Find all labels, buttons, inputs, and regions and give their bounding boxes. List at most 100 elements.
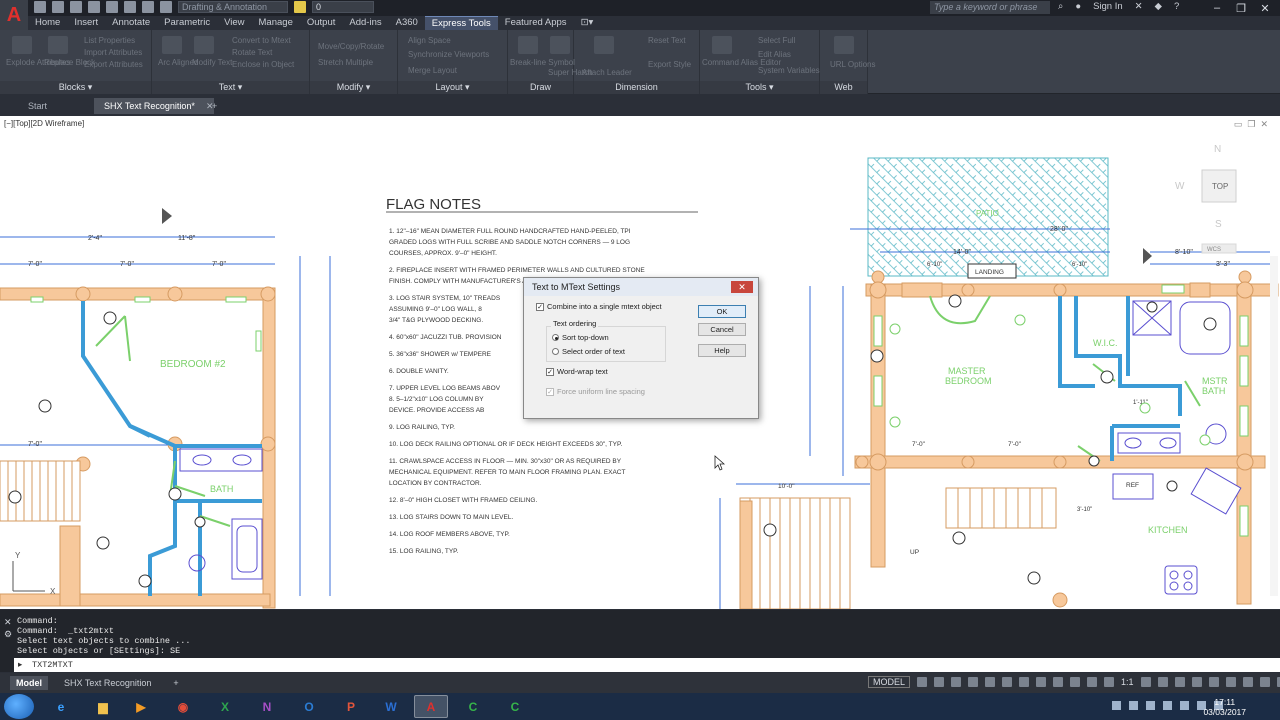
tab-view[interactable]: View	[217, 16, 251, 30]
wcs-label[interactable]: WCS	[1207, 247, 1221, 253]
import-attributes-button[interactable]: Import Attributes	[84, 48, 142, 57]
export-attributes-button[interactable]: Export Attributes	[84, 60, 143, 69]
combine-checkbox[interactable]: ✓ Combine into a single mtext object	[536, 302, 662, 311]
isolate-objects-icon[interactable]	[1225, 677, 1236, 687]
compass-w[interactable]: W	[1175, 181, 1185, 192]
network-icon[interactable]	[1129, 701, 1138, 710]
chrome-icon[interactable]: ◉	[166, 695, 200, 718]
workspace-gear-icon[interactable]	[160, 1, 172, 13]
wordwrap-checkbox[interactable]: ✓ Word-wrap text	[546, 367, 608, 376]
break-line-symbol-button[interactable]: Break-line Symbol	[510, 58, 575, 67]
language-icon[interactable]	[1112, 701, 1121, 710]
tab-featured-apps[interactable]: Featured Apps	[498, 16, 574, 30]
undo-icon[interactable]	[124, 1, 136, 13]
layer-dropdown[interactable]: 0	[312, 1, 374, 13]
lineweight-icon[interactable]	[1036, 677, 1047, 687]
panel-title-text[interactable]: Text ▾	[152, 81, 309, 94]
arc-aligned-text-icon[interactable]	[162, 36, 182, 54]
object-snap-tracking-icon[interactable]	[1002, 677, 1013, 687]
compass-s[interactable]: S	[1215, 219, 1222, 230]
modify-text-button[interactable]: Modify Text	[192, 58, 232, 67]
replace-block-icon[interactable]	[48, 36, 68, 54]
move-copy-rotate-button[interactable]: Move/Copy/Rotate	[318, 42, 384, 51]
help-button[interactable]: Help	[698, 344, 746, 357]
break-line-symbol-icon[interactable]	[518, 36, 538, 54]
workspace-gear-icon[interactable]	[1140, 677, 1151, 687]
autocad-taskbar-icon[interactable]: A	[414, 695, 448, 718]
tab-insert[interactable]: Insert	[67, 16, 105, 30]
signin-link[interactable]: Sign In	[1093, 1, 1123, 12]
cmd-close-icon[interactable]: ✕	[4, 616, 14, 628]
compass-n[interactable]: N	[1214, 144, 1221, 155]
viewcube-top[interactable]: TOP	[1212, 182, 1228, 191]
search-input[interactable]: Type a keyword or phrase	[930, 1, 1050, 14]
cart-icon[interactable]: ◆	[1155, 1, 1162, 12]
word-icon[interactable]: W	[374, 695, 408, 718]
tab-addins[interactable]: Add-ins	[342, 16, 388, 30]
quick-properties-icon[interactable]	[1191, 677, 1202, 687]
excel-icon[interactable]: X	[208, 695, 242, 718]
ribbon-options-icon[interactable]: ⊡▾	[574, 16, 601, 30]
cmd-settings-icon[interactable]: ⚙	[4, 628, 14, 640]
convert-to-mtext-button[interactable]: Convert to Mtext	[232, 36, 291, 45]
new-tab-plus-icon[interactable]: +	[212, 98, 226, 114]
selection-cycling-icon[interactable]	[1070, 677, 1081, 687]
grid-icon[interactable]	[917, 677, 928, 687]
user-icon[interactable]: ●	[1075, 1, 1081, 12]
enclose-in-object-button[interactable]: Enclose in Object	[232, 60, 294, 69]
select-order-radio[interactable]: Select order of text	[552, 347, 625, 356]
tab-manage[interactable]: Manage	[252, 16, 300, 30]
model-space-button[interactable]: MODEL	[868, 676, 911, 688]
close-button[interactable]: ✕	[1254, 0, 1276, 16]
attach-leader-button[interactable]: Attach Leader	[582, 68, 632, 77]
annotation-scale[interactable]: 1:1	[1121, 677, 1134, 687]
tab-express-tools[interactable]: Express Tools	[424, 16, 498, 30]
tab-home[interactable]: Home	[28, 16, 67, 30]
clean-screen-icon[interactable]	[1259, 677, 1270, 687]
dialog-close-button[interactable]: ✕	[731, 281, 753, 293]
redo-icon[interactable]	[142, 1, 154, 13]
rotate-text-button[interactable]: Rotate Text	[232, 48, 272, 57]
file-tab-start[interactable]: Start	[6, 98, 86, 114]
panel-title-tools[interactable]: Tools ▾	[700, 81, 819, 94]
export-style-button[interactable]: Export Style	[648, 60, 691, 69]
tab-annotate[interactable]: Annotate	[105, 16, 157, 30]
edit-alias-button[interactable]: Edit Alias	[758, 50, 791, 59]
panel-title-blocks[interactable]: Blocks ▾	[0, 81, 151, 94]
command-input[interactable]: ▸ TXT2MTXT	[14, 658, 1280, 672]
internet-explorer-icon[interactable]: e	[44, 695, 78, 718]
stretch-multiple-button[interactable]: Stretch Multiple	[318, 58, 373, 67]
add-layout-plus-icon[interactable]: +	[167, 676, 184, 690]
hardware-acceleration-icon[interactable]	[1242, 677, 1253, 687]
file-explorer-icon[interactable]: ▆	[86, 695, 120, 718]
align-space-button[interactable]: Align Space	[408, 36, 451, 45]
windows-start-button[interactable]	[4, 694, 34, 719]
workspace-dropdown[interactable]: Drafting & Annotation	[178, 1, 288, 13]
explode-attributes-icon[interactable]	[12, 36, 32, 54]
auto-scale-icon[interactable]	[1104, 677, 1115, 687]
panel-title-modify[interactable]: Modify ▾	[310, 81, 397, 94]
super-hatch-icon[interactable]	[550, 36, 570, 54]
snap-icon[interactable]	[934, 677, 945, 687]
url-options-button[interactable]: URL Options	[830, 60, 876, 69]
transparency-icon[interactable]	[1053, 677, 1064, 687]
layout-tab-shx[interactable]: SHX Text Recognition	[58, 676, 157, 690]
polar-icon[interactable]	[968, 677, 979, 687]
attach-leader-icon[interactable]	[594, 36, 614, 54]
clock[interactable]: 17:11 03/03/2017	[1203, 697, 1246, 717]
ok-button[interactable]: OK	[698, 305, 746, 318]
open-file-icon[interactable]	[52, 1, 64, 13]
modify-text-icon[interactable]	[194, 36, 214, 54]
tab-a360[interactable]: A360	[389, 16, 425, 30]
tab-parametric[interactable]: Parametric	[157, 16, 217, 30]
minimize-button[interactable]: –	[1206, 0, 1228, 16]
reset-text-button[interactable]: Reset Text	[648, 36, 686, 45]
ortho-icon[interactable]	[951, 677, 962, 687]
isodraft-icon[interactable]	[985, 677, 996, 687]
maximize-button[interactable]: ❐	[1230, 0, 1252, 16]
new-file-icon[interactable]	[34, 1, 46, 13]
volume-icon[interactable]	[1146, 701, 1155, 710]
media-player-icon[interactable]: ▶	[124, 695, 158, 718]
save-as-icon[interactable]	[88, 1, 100, 13]
powerpoint-icon[interactable]: P	[334, 695, 368, 718]
